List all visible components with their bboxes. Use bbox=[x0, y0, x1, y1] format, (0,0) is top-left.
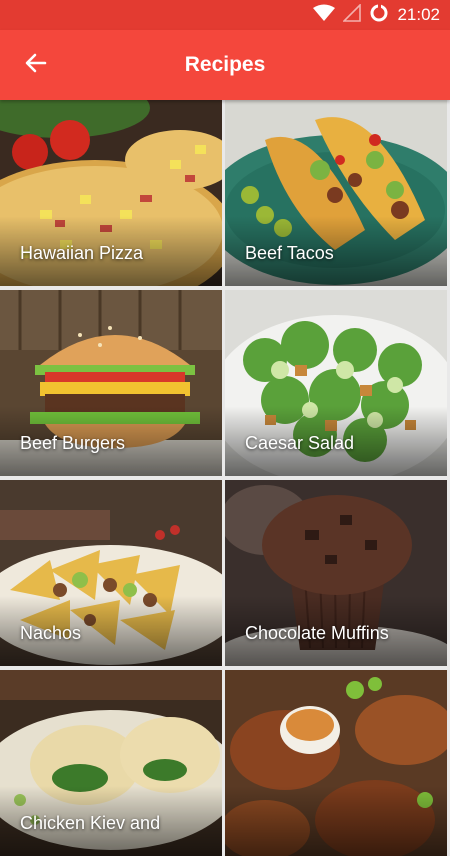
clock: 21:02 bbox=[397, 5, 440, 24]
recipe-card-hawaiian-pizza[interactable]: Hawaiian Pizza bbox=[0, 100, 222, 286]
recipe-card-label: Beef Tacos bbox=[245, 243, 334, 263]
label-shade bbox=[225, 786, 447, 856]
page-title: Recipes bbox=[184, 53, 266, 76]
recipe-card-label: Beef Burgers bbox=[20, 433, 126, 453]
recipe-card-beef-burgers[interactable]: Beef Burgers bbox=[0, 290, 222, 476]
recipe-card-caesar-salad[interactable]: Caesar Salad bbox=[225, 290, 447, 476]
status-bar: 21:02 bbox=[0, 0, 450, 30]
recipe-card-chicken-wings[interactable] bbox=[225, 670, 447, 856]
recipe-card-label: Hawaiian Pizza bbox=[20, 243, 144, 263]
recipe-card-label: Chocolate Muffins bbox=[245, 623, 389, 643]
recipe-card-label: Caesar Salad bbox=[245, 433, 355, 453]
signal-icon bbox=[342, 2, 362, 27]
recipe-card-label: Chicken Kiev and bbox=[20, 813, 161, 833]
sync-icon bbox=[369, 3, 389, 28]
recipe-card-chocolate-muffins[interactable]: Chocolate Muffins bbox=[225, 480, 447, 666]
recipe-card-chicken-kiev[interactable]: Chicken Kiev and bbox=[0, 670, 222, 856]
recipe-card-label: Nachos bbox=[20, 623, 82, 643]
status-icons: 21:02 bbox=[313, 0, 440, 30]
wifi-icon bbox=[313, 4, 336, 27]
recipe-card-nachos[interactable]: Nachos bbox=[0, 480, 222, 666]
recipe-card-beef-tacos[interactable]: Beef Tacos bbox=[225, 100, 447, 286]
app-bar: Recipes bbox=[0, 30, 450, 100]
recipe-grid: Hawaiian Pizza Beef Tacos Beef Burgers C… bbox=[0, 100, 450, 856]
